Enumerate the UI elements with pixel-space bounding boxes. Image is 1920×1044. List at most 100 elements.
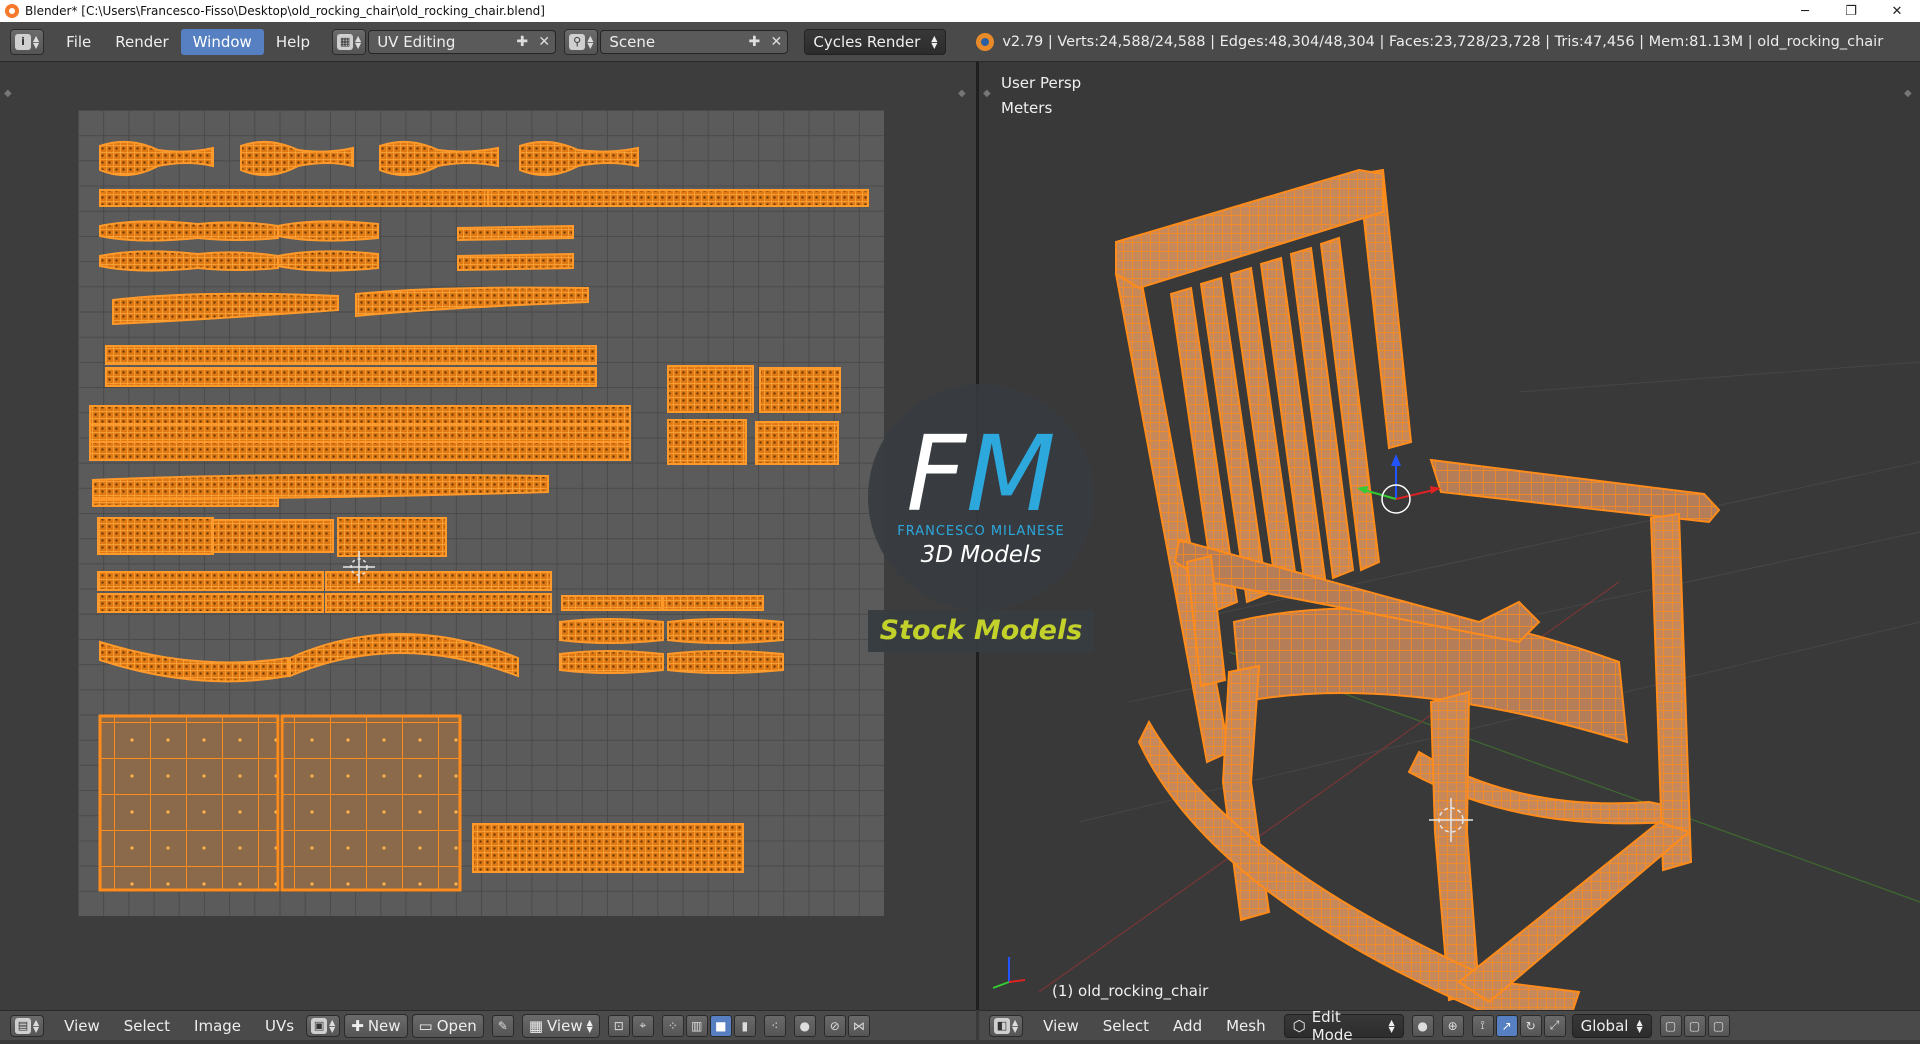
orientation-dropdown[interactable]: Global ▲ ▼: [1571, 1013, 1652, 1038]
rotate-manipulator-icon[interactable]: ↻: [1519, 1014, 1542, 1037]
info-editor-type-button[interactable]: i ▲ ▼: [10, 28, 45, 55]
up-down-arrows-icon: ▲ ▼: [931, 33, 938, 50]
up-down-arrows-icon: ▲ ▼: [1636, 1017, 1643, 1034]
plus-icon: ✚: [351, 1016, 364, 1035]
scene-browse-button[interactable]: ⚲ ▲ ▼: [564, 28, 599, 55]
folder-icon: ▭: [418, 1016, 433, 1035]
3d-view-icon: ◧: [994, 1017, 1010, 1034]
face-select-icon[interactable]: ■: [709, 1014, 732, 1037]
layer-icon[interactable]: ▢: [1659, 1014, 1682, 1037]
layout-grid-icon: ▦: [337, 33, 354, 50]
render-engine-label: Cycles Render: [813, 32, 921, 51]
remove-layout-icon[interactable]: ✕: [533, 31, 555, 53]
logo-subtitle: 3D Models: [920, 542, 1042, 568]
view-mode-dropdown[interactable]: ▦ View ▲ ▼: [521, 1013, 600, 1038]
scene-name: Scene: [609, 32, 656, 51]
uv-menu-uvs[interactable]: UVs: [253, 1017, 306, 1035]
vp-menu-select[interactable]: Select: [1091, 1017, 1161, 1035]
open-image-label: Open: [436, 1016, 477, 1035]
sticky-select-icon[interactable]: ⁖: [763, 1014, 786, 1037]
3d-editor-type-button[interactable]: ◧ ▲ ▼: [989, 1014, 1024, 1037]
proportional-edit-icon[interactable]: ●: [793, 1014, 816, 1037]
blender-logo-icon: [5, 4, 19, 18]
uv-menu-select[interactable]: Select: [112, 1017, 182, 1035]
window-titlebar: Blender* [C:\Users\Francesco-Fisso\Deskt…: [0, 0, 1920, 22]
view-mode-label: View: [547, 1016, 583, 1035]
up-down-arrows-icon: ▲ ▼: [1388, 1017, 1395, 1034]
mode-dropdown[interactable]: ⬡ Edit Mode ▲ ▼: [1283, 1008, 1404, 1044]
scene-field[interactable]: Scene ✚ ✕: [600, 29, 789, 54]
open-image-button[interactable]: ▭ Open: [411, 1013, 484, 1038]
vertex-select-icon[interactable]: ⁘: [661, 1014, 684, 1037]
scene-statistics: v2.79 | Verts:24,588/24,588 | Edges:48,3…: [1002, 33, 1884, 50]
vp-menu-view[interactable]: View: [1031, 1017, 1091, 1035]
up-down-arrows-icon: ▲ ▼: [586, 1017, 593, 1034]
image-icon: ▣: [311, 1017, 328, 1034]
menu-help[interactable]: Help: [264, 29, 322, 55]
scene-icon: ⚲: [569, 33, 586, 50]
pivot-icon[interactable]: ⌖: [631, 1014, 654, 1037]
manipulator-toggle-icon[interactable]: ⟟: [1471, 1014, 1494, 1037]
add-layout-icon[interactable]: ✚: [511, 31, 533, 53]
scale-manipulator-icon[interactable]: ⤢: [1543, 1014, 1566, 1037]
edit-mode-icon: ⬡: [1292, 1016, 1306, 1035]
mode-label: Edit Mode: [1311, 1007, 1353, 1044]
new-image-label: New: [367, 1016, 401, 1035]
vp-menu-mesh[interactable]: Mesh: [1214, 1017, 1278, 1035]
stock-models-banner: Stock Models: [868, 610, 1094, 652]
edge-select-icon[interactable]: ▥: [685, 1014, 708, 1037]
render-engine-dropdown[interactable]: Cycles Render ▲ ▼: [804, 28, 947, 55]
rocking-chair-mesh[interactable]: [979, 62, 1920, 1010]
view-mode-icon: ▦: [528, 1016, 543, 1035]
up-down-arrows-icon: ▲ ▼: [33, 33, 40, 50]
remove-scene-icon[interactable]: ✕: [765, 31, 787, 53]
uv-sync-icon[interactable]: ⊡: [607, 1014, 630, 1037]
menu-window[interactable]: Window: [180, 28, 264, 55]
menu-file[interactable]: File: [54, 29, 103, 55]
island-select-icon[interactable]: ▮: [733, 1014, 756, 1037]
pivot-point-icon[interactable]: ⊕: [1441, 1014, 1464, 1037]
menu-render[interactable]: Render: [103, 29, 180, 55]
image-editor-icon: ▤: [15, 1017, 31, 1034]
orientation-label: Global: [1580, 1016, 1629, 1035]
uv-image-editor[interactable]: ◆ ◆: [0, 62, 976, 1010]
uv-islands[interactable]: [78, 110, 884, 916]
uv-editor-type-button[interactable]: ▤ ▲ ▼: [10, 1014, 45, 1037]
image-browse-button[interactable]: ▣ ▲ ▼: [306, 1014, 341, 1037]
uv-grid-canvas[interactable]: [78, 110, 884, 916]
main-menu: File Render Window Help: [54, 28, 322, 55]
layer-icon[interactable]: ▢: [1683, 1014, 1706, 1037]
restore-button[interactable]: ❐: [1828, 0, 1874, 22]
blender-logo-icon: [976, 32, 995, 51]
screen-layout-name: UV Editing: [377, 32, 456, 51]
3d-viewport[interactable]: ◆ ◆ User Persp Meters (1) old_rocking_ch…: [979, 62, 1920, 1010]
francesco-milanese-logo: FM FRANCESCO MILANESE 3D Models: [868, 384, 1094, 610]
snap-target-icon[interactable]: ⋈: [847, 1014, 870, 1037]
translate-manipulator-icon[interactable]: ↗: [1495, 1014, 1518, 1037]
window-title: Blender* [C:\Users\Francesco-Fisso\Deskt…: [25, 4, 545, 18]
logo-initials: FM: [906, 413, 1056, 535]
new-image-button[interactable]: ✚ New: [344, 1013, 408, 1038]
axis-gizmo: [992, 957, 1026, 989]
vp-menu-add[interactable]: Add: [1161, 1017, 1214, 1035]
info-icon: i: [15, 33, 31, 50]
up-down-arrows-icon: ▲ ▼: [33, 1017, 40, 1034]
screen-layout-browse-button[interactable]: ▦ ▲ ▼: [332, 28, 367, 55]
uv-menu-view[interactable]: View: [52, 1017, 112, 1035]
close-button[interactable]: ✕: [1874, 0, 1920, 22]
up-down-arrows-icon: ▲ ▼: [1012, 1017, 1019, 1034]
region-toggle-icon[interactable]: ◆: [958, 88, 966, 99]
layer-icon[interactable]: ▢: [1707, 1014, 1730, 1037]
add-scene-icon[interactable]: ✚: [743, 31, 765, 53]
logo-name: FRANCESCO MILANESE: [897, 524, 1065, 539]
pin-icon[interactable]: ✎: [491, 1014, 514, 1037]
region-toggle-icon[interactable]: ◆: [4, 88, 12, 99]
viewport-shading-icon[interactable]: ●: [1411, 1014, 1434, 1037]
minimize-button[interactable]: ─: [1782, 0, 1828, 22]
active-object-label: (1) old_rocking_chair: [1052, 982, 1209, 1000]
info-header: i ▲ ▼ File Render Window Help ▦ ▲ ▼ UV Edi…: [0, 22, 1920, 62]
snap-icon[interactable]: ⊘: [823, 1014, 846, 1037]
uv-menu-image[interactable]: Image: [182, 1017, 253, 1035]
screen-layout-field[interactable]: UV Editing ✚ ✕: [368, 29, 557, 54]
3d-viewport-header: ◧ ▲ ▼ View Select Add Mesh ⬡ Edit Mode ▲ ▼…: [979, 1008, 1920, 1044]
